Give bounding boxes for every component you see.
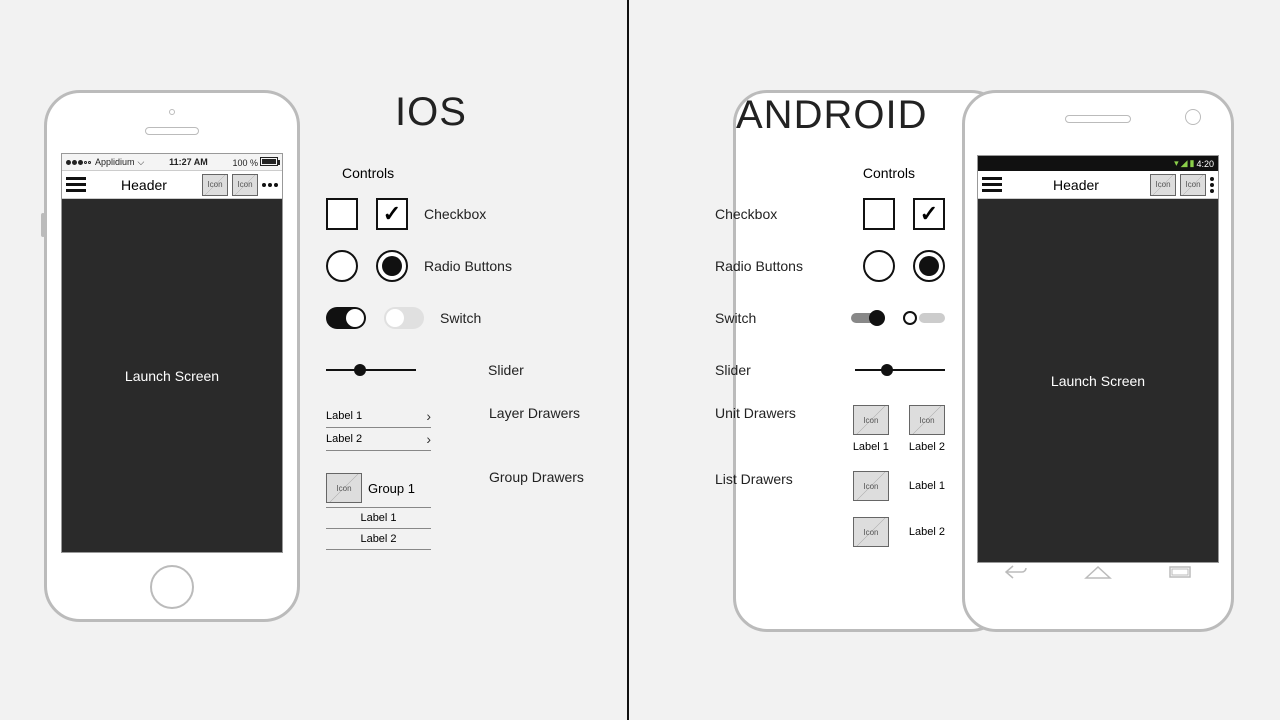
unit-drawers-label: Unit Drawers <box>715 405 837 421</box>
group-drawers-label: Group Drawers <box>489 469 584 485</box>
android-header-bar: Header Icon Icon <box>978 171 1218 199</box>
hamburger-icon[interactable] <box>66 177 86 192</box>
checkbox-label: Checkbox <box>424 206 486 222</box>
slider[interactable] <box>326 369 416 371</box>
checkbox-unchecked[interactable] <box>863 198 895 230</box>
unit-icon: Icon <box>853 405 889 435</box>
switch-on[interactable] <box>851 310 885 326</box>
vertical-divider <box>627 0 629 720</box>
slider-label: Slider <box>488 362 524 378</box>
ios-status-bar: Applidium ⌵ 11:27 AM 100 % <box>62 154 282 171</box>
iphone-side-button <box>41 213 45 237</box>
ios-header-bar: Header Icon Icon <box>62 171 282 199</box>
android-camera <box>1185 109 1201 125</box>
android-controls-panel: Controls ✓ Checkbox Radio Buttons Switch… <box>715 165 945 565</box>
group-icon: Icon <box>326 473 362 503</box>
switch-off[interactable] <box>326 307 366 329</box>
hamburger-icon[interactable] <box>982 177 1002 192</box>
layer-drawers: Label 1› Label 2› <box>326 405 431 451</box>
home-icon[interactable] <box>1084 565 1112 579</box>
layer-drawers-label: Layer Drawers <box>489 405 580 421</box>
controls-heading: Controls <box>342 165 606 181</box>
unit-item-1[interactable]: Icon Label 1 <box>853 405 889 453</box>
radio-unselected[interactable] <box>326 250 358 282</box>
android-status-bar: ▾ ◢ ▮ 4:20 <box>978 156 1218 171</box>
radio-label: Radio Buttons <box>424 258 512 274</box>
checkbox-label: Checkbox <box>715 206 847 222</box>
launch-screen: Launch Screen <box>62 199 282 552</box>
unit-icon: Icon <box>909 405 945 435</box>
list-drawers-label: List Drawers <box>715 471 837 487</box>
controls-heading: Controls <box>715 165 915 181</box>
wifi-icon: ⌵ <box>138 157 145 168</box>
android-nav-bar <box>977 563 1219 581</box>
group-header[interactable]: Icon Group 1 <box>326 469 431 508</box>
chevron-right-icon: › <box>426 431 431 447</box>
list-icon: Icon <box>853 471 889 501</box>
clock: 11:27 AM <box>169 157 208 167</box>
header-icon-1[interactable]: Icon <box>1150 174 1176 196</box>
checkbox-checked[interactable]: ✓ <box>913 198 945 230</box>
android-speaker <box>1065 115 1131 123</box>
carrier-label: Applidium <box>95 157 135 167</box>
iphone-camera-dot <box>169 109 175 115</box>
back-icon[interactable] <box>1005 565 1027 579</box>
header-title: Header <box>1006 177 1146 193</box>
switch-off[interactable] <box>903 311 945 325</box>
switch-label: Switch <box>440 310 481 326</box>
list-item-1[interactable]: Icon Label 1 <box>853 471 945 501</box>
group-drawers: Icon Group 1 Label 1 Label 2 <box>326 469 431 550</box>
iphone-screen: Applidium ⌵ 11:27 AM 100 % Header Icon I… <box>61 153 283 553</box>
android-frame: ▾ ◢ ▮ 4:20 Header Icon Icon Launch Scree… <box>962 90 1234 632</box>
signal-icon: ◢ <box>1181 158 1188 169</box>
home-button[interactable] <box>150 565 194 609</box>
checkbox-checked[interactable]: ✓ <box>376 198 408 230</box>
ios-controls-panel: Controls ✓ Checkbox Radio Buttons Switch… <box>326 165 606 568</box>
header-icon-2[interactable]: Icon <box>1180 174 1206 196</box>
radio-label: Radio Buttons <box>715 258 847 274</box>
header-icon-2[interactable]: Icon <box>232 174 258 196</box>
layer-item-2[interactable]: Label 2› <box>326 428 431 451</box>
header-icon-1[interactable]: Icon <box>202 174 228 196</box>
recents-icon[interactable] <box>1169 566 1191 578</box>
iphone-speaker <box>145 127 199 135</box>
group-item-1[interactable]: Label 1 <box>326 508 431 529</box>
list-drawers: Icon Label 1 Icon Label 2 <box>853 471 945 547</box>
group-title: Group 1 <box>368 481 415 496</box>
header-title: Header <box>90 177 198 193</box>
switch-on[interactable] <box>384 307 424 329</box>
radio-selected[interactable] <box>376 250 408 282</box>
iphone-frame: Applidium ⌵ 11:27 AM 100 % Header Icon I… <box>44 90 300 622</box>
more-icon[interactable] <box>262 183 278 187</box>
checkbox-unchecked[interactable] <box>326 198 358 230</box>
ios-title: IOS <box>395 90 467 135</box>
android-screen: ▾ ◢ ▮ 4:20 Header Icon Icon Launch Scree… <box>977 155 1219 563</box>
unit-drawers: Icon Label 1 Icon Label 2 <box>853 405 945 453</box>
more-vert-icon[interactable] <box>1210 177 1214 193</box>
group-item-2[interactable]: Label 2 <box>326 529 431 550</box>
radio-unselected[interactable] <box>863 250 895 282</box>
signal-icon: Applidium ⌵ <box>66 157 144 168</box>
switch-label: Switch <box>715 310 835 326</box>
unit-item-2[interactable]: Icon Label 2 <box>909 405 945 453</box>
layer-item-1[interactable]: Label 1› <box>326 405 431 428</box>
battery-status: 100 % <box>232 157 278 168</box>
clock: 4:20 <box>1196 159 1214 169</box>
slider-label: Slider <box>715 362 839 378</box>
list-item-2[interactable]: Icon Label 2 <box>853 517 945 547</box>
battery-icon: ▮ <box>1190 158 1195 169</box>
wifi-icon: ▾ <box>1174 158 1179 169</box>
radio-selected[interactable] <box>913 250 945 282</box>
slider[interactable] <box>855 369 945 371</box>
chevron-right-icon: › <box>426 408 431 424</box>
launch-screen: Launch Screen <box>978 199 1218 562</box>
list-icon: Icon <box>853 517 889 547</box>
